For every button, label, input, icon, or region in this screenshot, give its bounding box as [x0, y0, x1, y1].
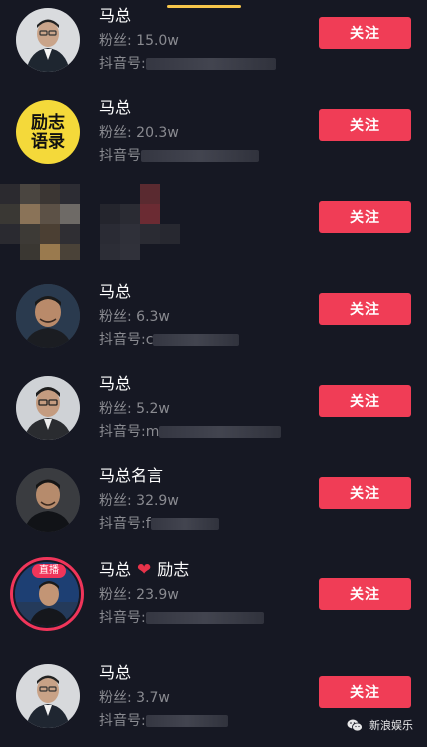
user-list-item[interactable]: 励志 语录 马总 粉丝: 20.3w 抖音号 关注 — [0, 86, 427, 178]
avatar[interactable] — [16, 664, 80, 728]
avatar[interactable]: 励志 语录 — [16, 100, 80, 164]
douyin-id-label: 抖音号: — [99, 56, 146, 72]
douyin-id: 抖音号:c — [99, 331, 240, 349]
avatar[interactable] — [16, 376, 80, 440]
account-name-text: 马总 — [99, 560, 132, 579]
avatar-text-line-1: 励志 — [31, 113, 65, 133]
account-name: 马总 — [99, 282, 132, 301]
fans-count: 粉丝: 23.9w — [99, 587, 179, 603]
douyin-id-label: 抖音号 — [99, 148, 141, 164]
redacted-id — [145, 715, 228, 727]
fans-count: 粉丝: 6.3w — [99, 309, 170, 325]
douyin-id: 抖音号:m — [99, 423, 282, 441]
pixelated-redaction — [0, 184, 180, 260]
redacted-id — [159, 426, 282, 438]
fans-count: 粉丝: 3.7w — [99, 690, 170, 706]
watermark-text: 新浪娱乐 — [369, 719, 413, 732]
douyin-id: 抖音号: — [99, 609, 264, 627]
person-photo-icon — [16, 664, 80, 728]
user-list-item[interactable]: 马总名言 粉丝: 32.9w 抖音号:f 关注 — [0, 454, 427, 546]
user-list-item[interactable]: 马总 粉丝: 15.0w 抖音号: 关注 — [0, 0, 427, 86]
fans-count: 粉丝: 15.0w — [99, 33, 179, 49]
douyin-id-label: 抖音号:c — [99, 332, 154, 348]
person-photo-icon — [16, 468, 80, 532]
fans-count: 粉丝: 5.2w — [99, 401, 170, 417]
heart-icon: ❤ — [137, 560, 152, 580]
live-badge: 直播 — [32, 564, 66, 578]
follow-button[interactable]: 关注 — [319, 676, 411, 708]
user-search-results-screen: 马总 粉丝: 15.0w 抖音号: 关注 励志 语录 马总 粉丝: 20.3w … — [0, 0, 427, 747]
follow-button[interactable]: 关注 — [319, 385, 411, 417]
redacted-id — [145, 58, 276, 70]
watermark: 新浪娱乐 — [347, 717, 413, 733]
redacted-id — [141, 150, 259, 162]
account-name-suffix: 励志 — [157, 560, 190, 579]
person-photo-icon — [16, 284, 80, 348]
follow-button[interactable]: 关注 — [319, 293, 411, 325]
person-photo-icon — [16, 8, 80, 72]
douyin-id: 抖音号: — [99, 55, 276, 73]
douyin-id-label: 抖音号: — [99, 610, 146, 626]
follow-button[interactable]: 关注 — [319, 201, 411, 233]
account-name: 马总 — [99, 6, 132, 25]
person-photo-icon — [16, 376, 80, 440]
avatar[interactable] — [16, 284, 80, 348]
douyin-id: 抖音号 — [99, 147, 259, 165]
account-name: 马总名言 — [99, 466, 164, 485]
avatar[interactable] — [16, 468, 80, 532]
user-list-item[interactable]: 关注 — [0, 178, 427, 270]
douyin-id-label: 抖音号:m — [99, 424, 160, 440]
avatar[interactable] — [16, 8, 80, 72]
redacted-id — [150, 518, 219, 530]
fans-count: 粉丝: 32.9w — [99, 493, 179, 509]
follow-button[interactable]: 关注 — [319, 477, 411, 509]
account-name: 马总 — [99, 374, 132, 393]
douyin-id-label: 抖音号:f — [99, 516, 151, 532]
douyin-id-label: 抖音号: — [99, 713, 146, 729]
follow-button[interactable]: 关注 — [319, 578, 411, 610]
redacted-id — [145, 612, 264, 624]
follow-button[interactable]: 关注 — [319, 109, 411, 141]
account-name: 马总 — [99, 98, 132, 117]
douyin-id: 抖音号:f — [99, 515, 219, 533]
account-name: 马总 ❤ 励志 — [99, 560, 189, 580]
follow-button[interactable]: 关注 — [319, 17, 411, 49]
user-list-item[interactable]: 马总 粉丝: 5.2w 抖音号:m 关注 — [0, 362, 427, 454]
avatar-text-line-2: 语录 — [31, 132, 65, 152]
user-list-item[interactable]: 马总 粉丝: 6.3w 抖音号:c 关注 — [0, 270, 427, 362]
douyin-id: 抖音号: — [99, 712, 228, 730]
wechat-icon — [347, 719, 363, 731]
fans-count: 粉丝: 20.3w — [99, 125, 179, 141]
user-list-item[interactable]: 直播 马总 ❤ 励志 粉丝: 23.9w 抖音号: 关注 — [0, 546, 427, 638]
redacted-id — [153, 334, 240, 346]
account-name: 马总 — [99, 663, 132, 682]
